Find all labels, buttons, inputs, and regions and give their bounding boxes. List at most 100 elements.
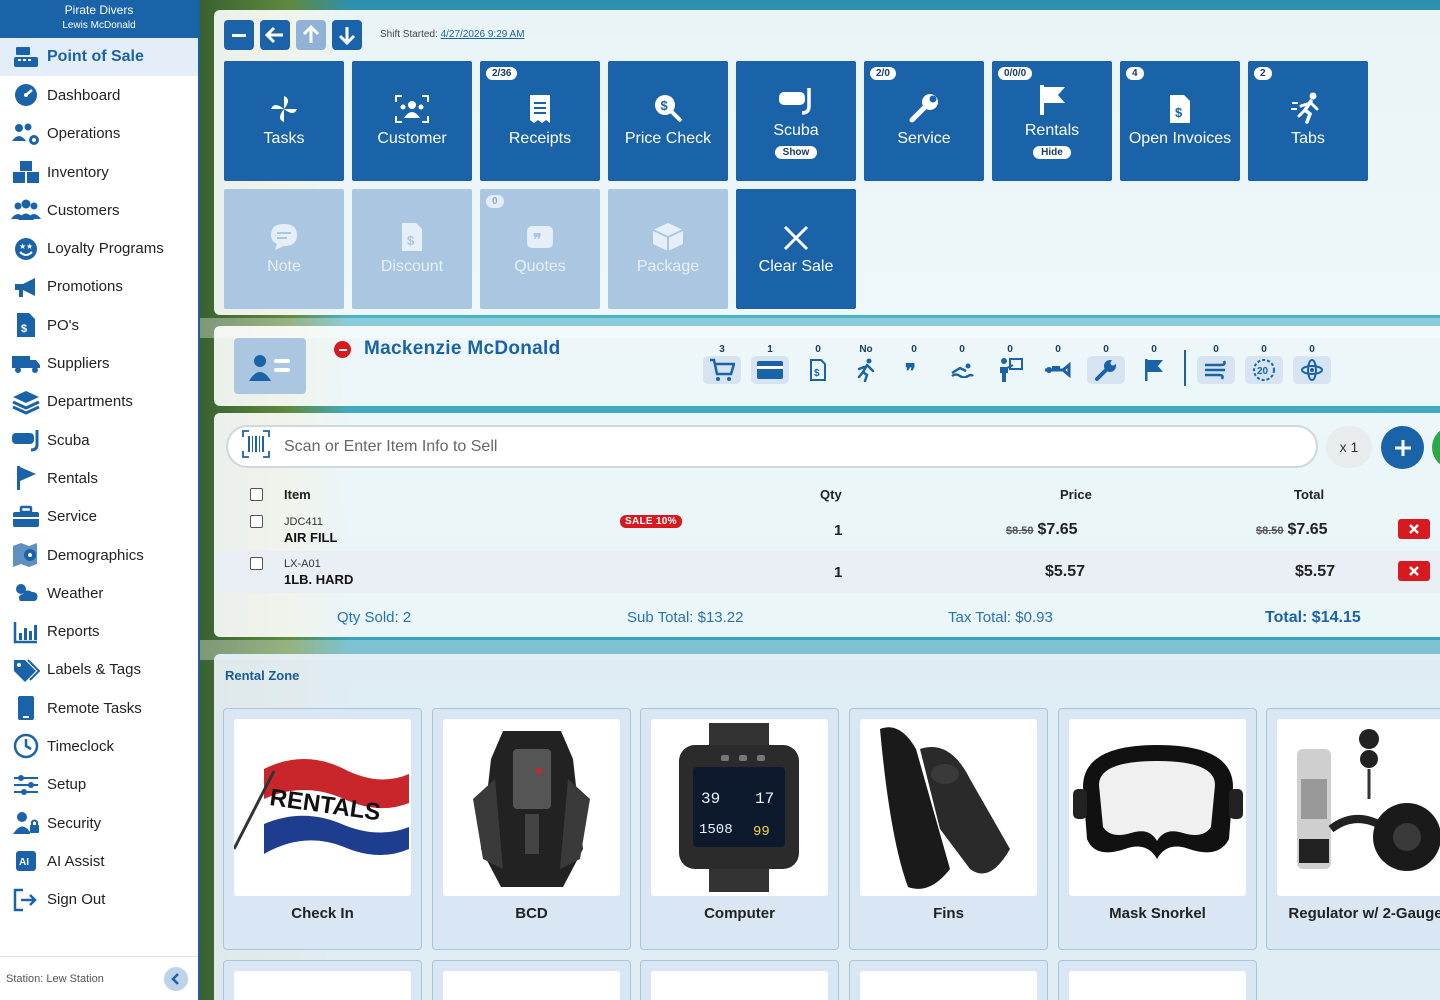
sidebar-item-inventory[interactable]: Inventory [0,153,198,191]
sidebar-item-pos[interactable]: $ PO's [0,306,198,344]
stat-atom[interactable]: 0 [1288,344,1336,390]
receipts-tile[interactable]: 2/36 Receipts [480,61,600,181]
sidebar-item-promotions[interactable]: Promotions [0,268,198,306]
delete-row-button[interactable] [1398,519,1430,539]
scuba-show-toggle[interactable]: Show [774,145,818,159]
row-checkbox[interactable] [250,515,263,528]
stat-diver[interactable]: 0 [1034,344,1082,390]
row-price[interactable]: $8.50 $7.65 [1006,521,1078,539]
sidebar-item-ai-assist[interactable]: AI AI Assist [0,842,198,880]
tasks-tile[interactable]: Tasks [224,61,344,181]
stat-swim[interactable]: 0 [938,344,986,390]
regulator-image [1277,719,1440,896]
sale-table-header: Item Qty Price Total [214,485,1440,507]
tabs-tile[interactable]: 2 Tabs [1248,61,1368,181]
rental-item-mask-snorkel[interactable]: Mask Snorkel [1058,708,1257,950]
add-item-button[interactable] [1381,426,1424,469]
sidebar-header: Pirate Divers Lewis McDonald [0,0,198,38]
note-tile[interactable]: Note [224,189,344,309]
tile-label: Open Invoices [1128,130,1232,147]
package-tile[interactable]: Package [608,189,728,309]
stat-invoices[interactable]: 0 $ [794,344,842,390]
customer-card-icon[interactable] [234,338,306,394]
sidebar-item-loyalty-programs[interactable]: ★ ★ Loyalty Programs [0,229,198,267]
stat-wind[interactable]: 0 [1192,344,1240,390]
customer-name[interactable]: Mackenzie McDonald [364,338,561,360]
sidebar-item-label: Scuba [47,431,90,449]
wind-icon [1197,356,1235,384]
discount-tile[interactable]: $ Discount [352,189,472,309]
open-invoices-tile[interactable]: 4 $ Open Invoices [1120,61,1240,181]
table-row[interactable]: LX-A01 1LB. HARD 1 $5.57 $5.57 [214,551,1440,593]
quantity-multiplier-button[interactable]: x 1 [1326,426,1372,468]
scan-input[interactable] [284,437,1184,456]
stat-quotes[interactable]: 0 ❞ [890,344,938,390]
shift-time-link[interactable]: 4/27/2026 9:29 AM [441,29,525,40]
sidebar-item-security[interactable]: Security [0,804,198,842]
service-tile[interactable]: 2/0 Service [864,61,984,181]
move-up-button[interactable] [296,20,326,50]
rental-item-valve[interactable] [432,960,631,1000]
collapse-sidebar-button[interactable] [164,966,188,991]
row-qty[interactable]: 1 [834,522,842,539]
rental-item-tank[interactable] [223,960,422,1000]
sidebar-item-operations[interactable]: Operations [0,115,198,153]
minimize-button[interactable] [224,20,254,50]
rentals-tile[interactable]: 0/0/0 Rentals Hide [992,61,1112,181]
sidebar-item-label: Timeclock [47,737,114,755]
remove-customer-button[interactable] [334,341,351,358]
quote-icon: ❞ [895,356,933,384]
row-checkbox[interactable] [250,557,263,570]
rental-item-bcd[interactable]: BCD [432,708,631,950]
table-row[interactable]: JDC411 AIR FILL SALE 10% 1 $8.50 $7.65 $8… [214,509,1440,551]
sidebar-item-label: Departments [47,393,133,411]
svg-text:20: 20 [1257,366,1269,377]
sidebar-item-point-of-sale[interactable]: Point of Sale [0,38,198,77]
sidebar-item-suppliers[interactable]: Suppliers [0,344,198,382]
rental-item-regulator[interactable]: Regulator w/ 2-Gauge [1266,708,1440,950]
stat-service[interactable]: 0 [1082,344,1130,390]
row-price[interactable]: $5.57 [1045,563,1085,581]
sidebar-item-rentals[interactable]: Rentals [0,459,198,497]
sidebar-item-sign-out[interactable]: Sign Out [0,881,198,919]
delete-row-button[interactable] [1398,561,1430,581]
rental-item-check-in[interactable]: RENTALS Check In [223,708,422,950]
scuba-tile[interactable]: Scuba Show [736,61,856,181]
rental-item-wetsuit[interactable] [849,960,1048,1000]
sidebar-item-timeclock[interactable]: Timeclock [0,727,198,765]
sidebar-item-departments[interactable]: Departments [0,383,198,421]
stat-credit-card[interactable]: 1 [746,344,794,390]
stat-tabs[interactable]: No [842,344,890,390]
sidebar-item-labels-tags[interactable]: Labels & Tags [0,651,198,689]
rental-item-fins[interactable]: Fins [849,708,1048,950]
sidebar-item-customers[interactable]: Customers [0,191,198,229]
rental-item-wetsuit-2[interactable] [1058,960,1257,1000]
select-all-checkbox[interactable] [250,488,263,501]
sidebar-item-label: Remote Tasks [47,699,142,717]
scan-field[interactable] [226,425,1318,468]
wrench-icon [1087,356,1125,384]
rental-item-computer[interactable]: 39 17 1508 99 Computer [640,708,839,950]
quotes-tile[interactable]: 0 ❞ Quotes [480,189,600,309]
move-down-button[interactable] [332,20,362,50]
customer-tile[interactable]: Customer [352,61,472,181]
sidebar-item-remote-tasks[interactable]: Remote Tasks [0,689,198,727]
row-qty[interactable]: 1 [834,564,842,581]
clear-sale-tile[interactable]: Clear Sale [736,189,856,309]
sidebar-item-weather[interactable]: Weather [0,574,198,612]
sidebar-item-service[interactable]: Service [0,498,198,536]
rentals-hide-toggle[interactable]: Hide [1033,145,1071,159]
stat-instructor[interactable]: 0 [986,344,1034,390]
stat-rentals[interactable]: 0 [1130,344,1178,390]
sidebar-item-dashboard[interactable]: Dashboard [0,76,198,114]
sidebar-item-demographics[interactable]: Demographics [0,536,198,574]
back-button[interactable] [260,20,290,50]
stat-twenty[interactable]: 0 20 [1240,344,1288,390]
sidebar-item-reports[interactable]: Reports [0,612,198,650]
price-check-tile[interactable]: $ Price Check [608,61,728,181]
tender-button[interactable] [1432,426,1440,469]
sidebar-item-setup[interactable]: Setup [0,766,198,804]
stat-cart[interactable]: 3 [698,344,746,390]
sidebar-item-scuba[interactable]: Scuba [0,421,198,459]
rental-item-bag[interactable] [640,960,839,1000]
